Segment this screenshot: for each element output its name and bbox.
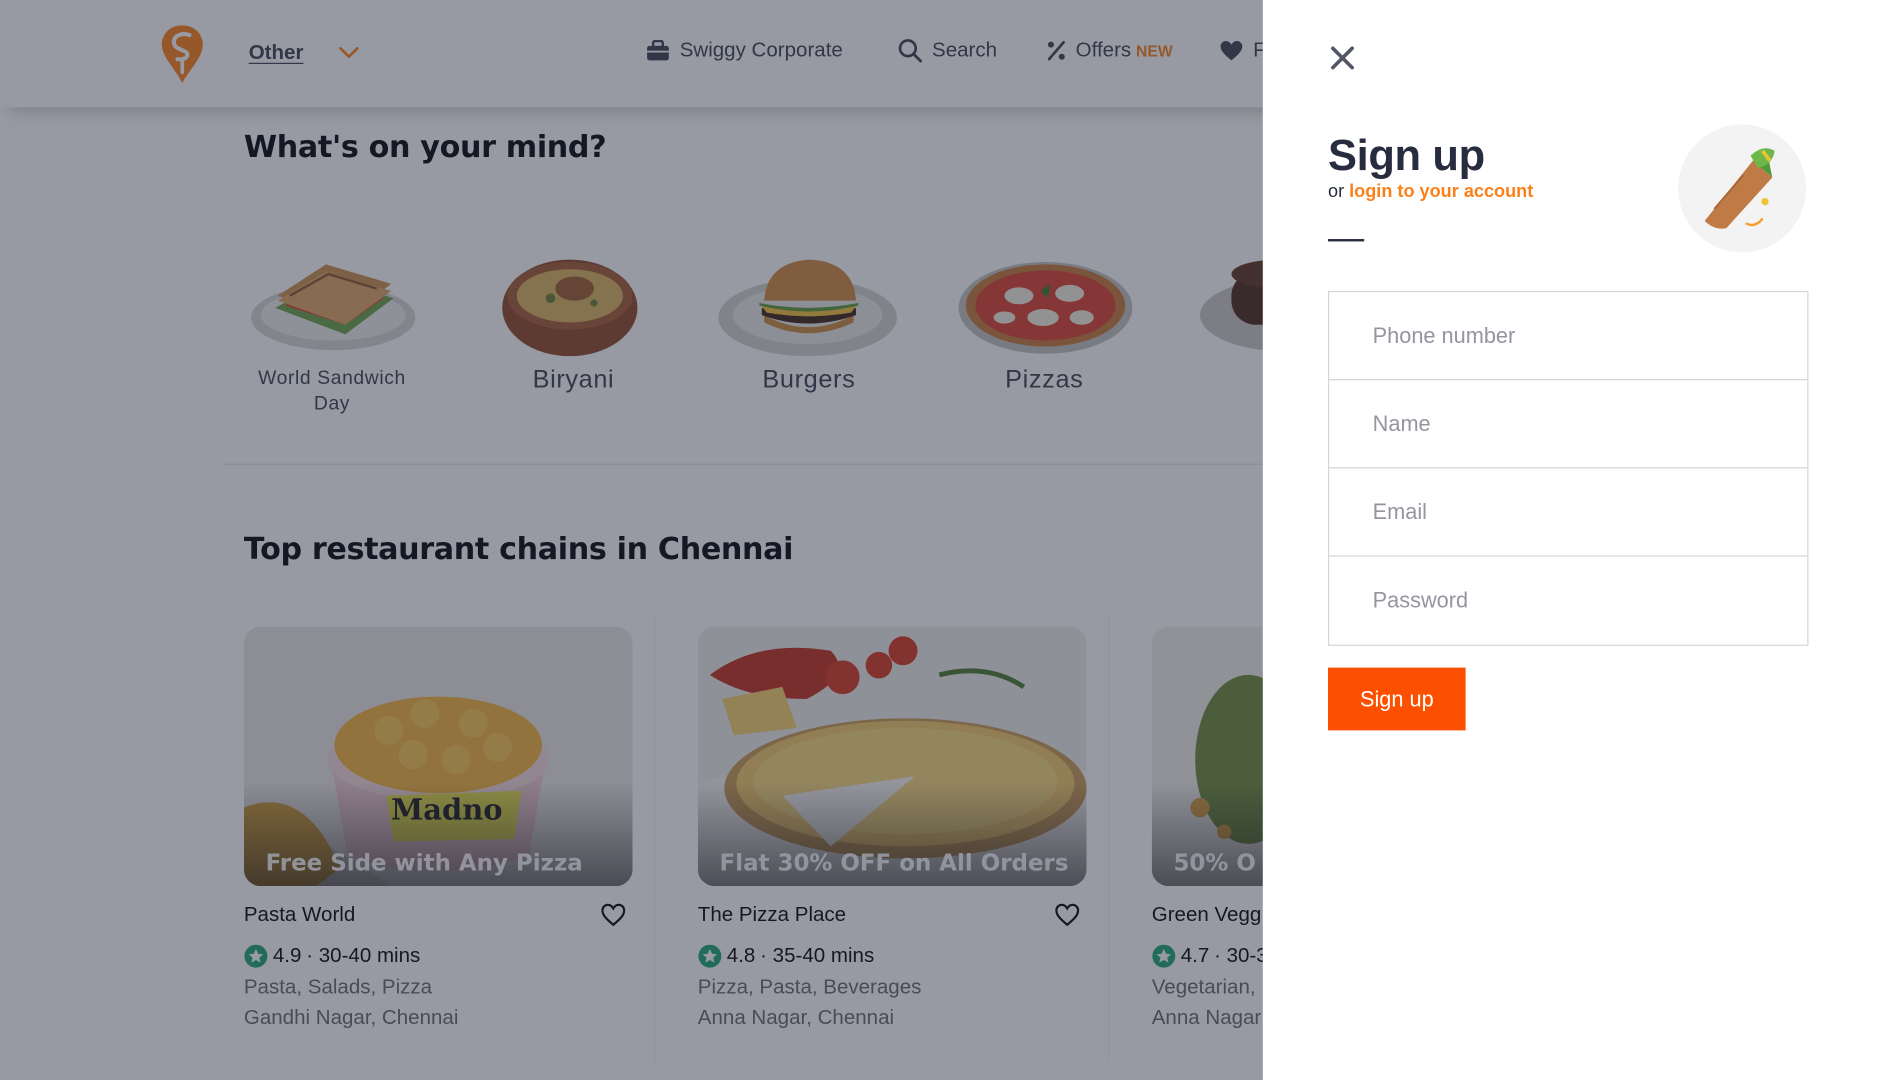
name-input[interactable] xyxy=(1329,380,1808,468)
title-underline xyxy=(1327,239,1365,242)
wrap-food-illustration xyxy=(1678,124,1807,253)
or-text: or xyxy=(1327,181,1350,202)
signup-subtitle: or login to your account xyxy=(1328,181,1533,202)
close-icon[interactable] xyxy=(1328,43,1357,72)
password-field-wrapper xyxy=(1329,556,1808,645)
password-input[interactable] xyxy=(1329,556,1808,645)
email-field-wrapper xyxy=(1329,468,1808,557)
page: Other Swiggy Corporate Search Offers NEW… xyxy=(0,0,1893,1080)
signup-title: Sign up xyxy=(1327,130,1485,180)
email-input[interactable] xyxy=(1329,468,1808,556)
signup-form-fields xyxy=(1327,290,1809,646)
signup-drawer: Sign up or login to your account Phone n… xyxy=(1262,0,1893,1080)
login-link[interactable]: login to your account xyxy=(1349,181,1533,202)
signup-button[interactable]: Sign up xyxy=(1327,667,1466,731)
phone-field-wrapper xyxy=(1329,292,1808,381)
name-field-wrapper xyxy=(1329,380,1808,469)
phone-number-input[interactable] xyxy=(1329,292,1808,380)
